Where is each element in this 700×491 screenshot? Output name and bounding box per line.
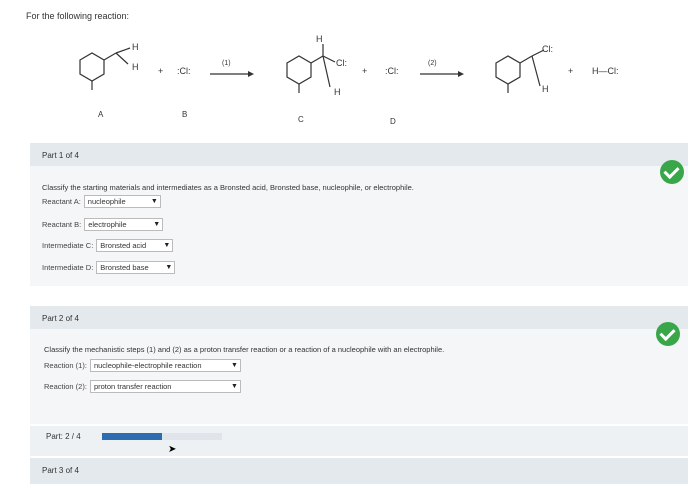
reaction-2-select[interactable]: proton transfer reaction ▼ <box>89 380 241 393</box>
reactant-b-label: Reactant B: <box>42 220 82 229</box>
intro-text: For the following reaction: <box>26 11 130 21</box>
h-label-c1: H <box>316 34 323 44</box>
progress-section <box>30 426 688 456</box>
reaction-1-label: Reaction (1): <box>44 361 87 370</box>
h-label-c2: H <box>334 87 341 97</box>
part2-check-icon <box>656 322 680 346</box>
reactant-a-select[interactable]: nucleophile ▼ <box>83 195 161 208</box>
reactant-a-row: Reactant A: nucleophile ▼ <box>42 195 161 208</box>
dropdown-arrow-icon: ▼ <box>163 242 171 249</box>
part1-question: Classify the starting materials and inte… <box>42 183 414 192</box>
molecule-a <box>79 47 131 90</box>
dropdown-arrow-icon: ▼ <box>165 264 173 271</box>
part1-check-icon <box>660 160 684 184</box>
arrow2-label: (2) <box>428 60 437 67</box>
part2-header: Part 2 of 4 <box>30 306 688 329</box>
intermediate-c-label: Intermediate C: <box>42 241 94 250</box>
reaction-2-label: Reaction (2): <box>44 382 87 391</box>
label-d: D <box>390 117 396 126</box>
part2-body <box>30 329 688 424</box>
dropdown-arrow-icon: ▼ <box>231 383 238 390</box>
mouse-cursor-icon: ➤ <box>168 444 177 455</box>
cl-label-c: Cl: <box>336 58 347 68</box>
reactant-b-row: Reactant B: electrophile ▼ <box>42 218 164 231</box>
reactant-b-select[interactable]: electrophile ▼ <box>84 218 164 231</box>
chloride-d: :Cl: <box>385 66 399 76</box>
dropdown-arrow-icon: ▼ <box>153 221 161 228</box>
molecule-c <box>286 44 336 93</box>
h-label-product: H <box>542 84 549 94</box>
plus-1: + <box>158 66 163 76</box>
intermediate-c-row: Intermediate C: Bronsted acid ▼ <box>42 239 174 252</box>
intermediate-d-row: Intermediate D: Bronsted base ▼ <box>42 261 176 274</box>
reaction-scheme: H H + :Cl: (1) H Cl: H + :Cl: (2) Cl: H … <box>79 34 619 126</box>
part3-header[interactable]: Part 3 of 4 <box>30 458 688 484</box>
intermediate-d-label: Intermediate D: <box>42 263 94 272</box>
reaction-1-select[interactable]: nucleophile-electrophile reaction ▼ <box>89 359 241 372</box>
h-label-a2: H <box>132 62 139 72</box>
h-label-a1: H <box>132 42 139 52</box>
label-b: B <box>182 110 187 119</box>
cl-label-product: Cl: <box>542 44 553 54</box>
part1-header: Part 1 of 4 <box>30 143 688 166</box>
chloride-b: :Cl: <box>177 66 191 76</box>
reaction-1-row: Reaction (1): nucleophile-electrophile r… <box>44 359 241 372</box>
molecule-product <box>495 49 545 93</box>
dropdown-arrow-icon: ▼ <box>231 362 238 369</box>
part2-question: Classify the mechanistic steps (1) and (… <box>44 345 445 354</box>
plus-3: + <box>568 66 573 76</box>
progress-label: Part: 2 / 4 <box>46 432 81 441</box>
progress-bar <box>102 433 222 440</box>
progress-fill <box>102 433 162 440</box>
hcl-product: H—Cl: <box>592 66 619 76</box>
intermediate-d-select[interactable]: Bronsted base ▼ <box>96 261 176 274</box>
dropdown-arrow-icon: ▼ <box>150 198 158 205</box>
label-c: C <box>298 115 304 124</box>
label-a: A <box>98 110 104 119</box>
reactant-a-label: Reactant A: <box>42 197 81 206</box>
plus-2: + <box>362 66 367 76</box>
reaction-2-row: Reaction (2): proton transfer reaction ▼ <box>44 380 241 393</box>
intermediate-c-select[interactable]: Bronsted acid ▼ <box>96 239 174 252</box>
arrow1-label: (1) <box>222 60 231 67</box>
